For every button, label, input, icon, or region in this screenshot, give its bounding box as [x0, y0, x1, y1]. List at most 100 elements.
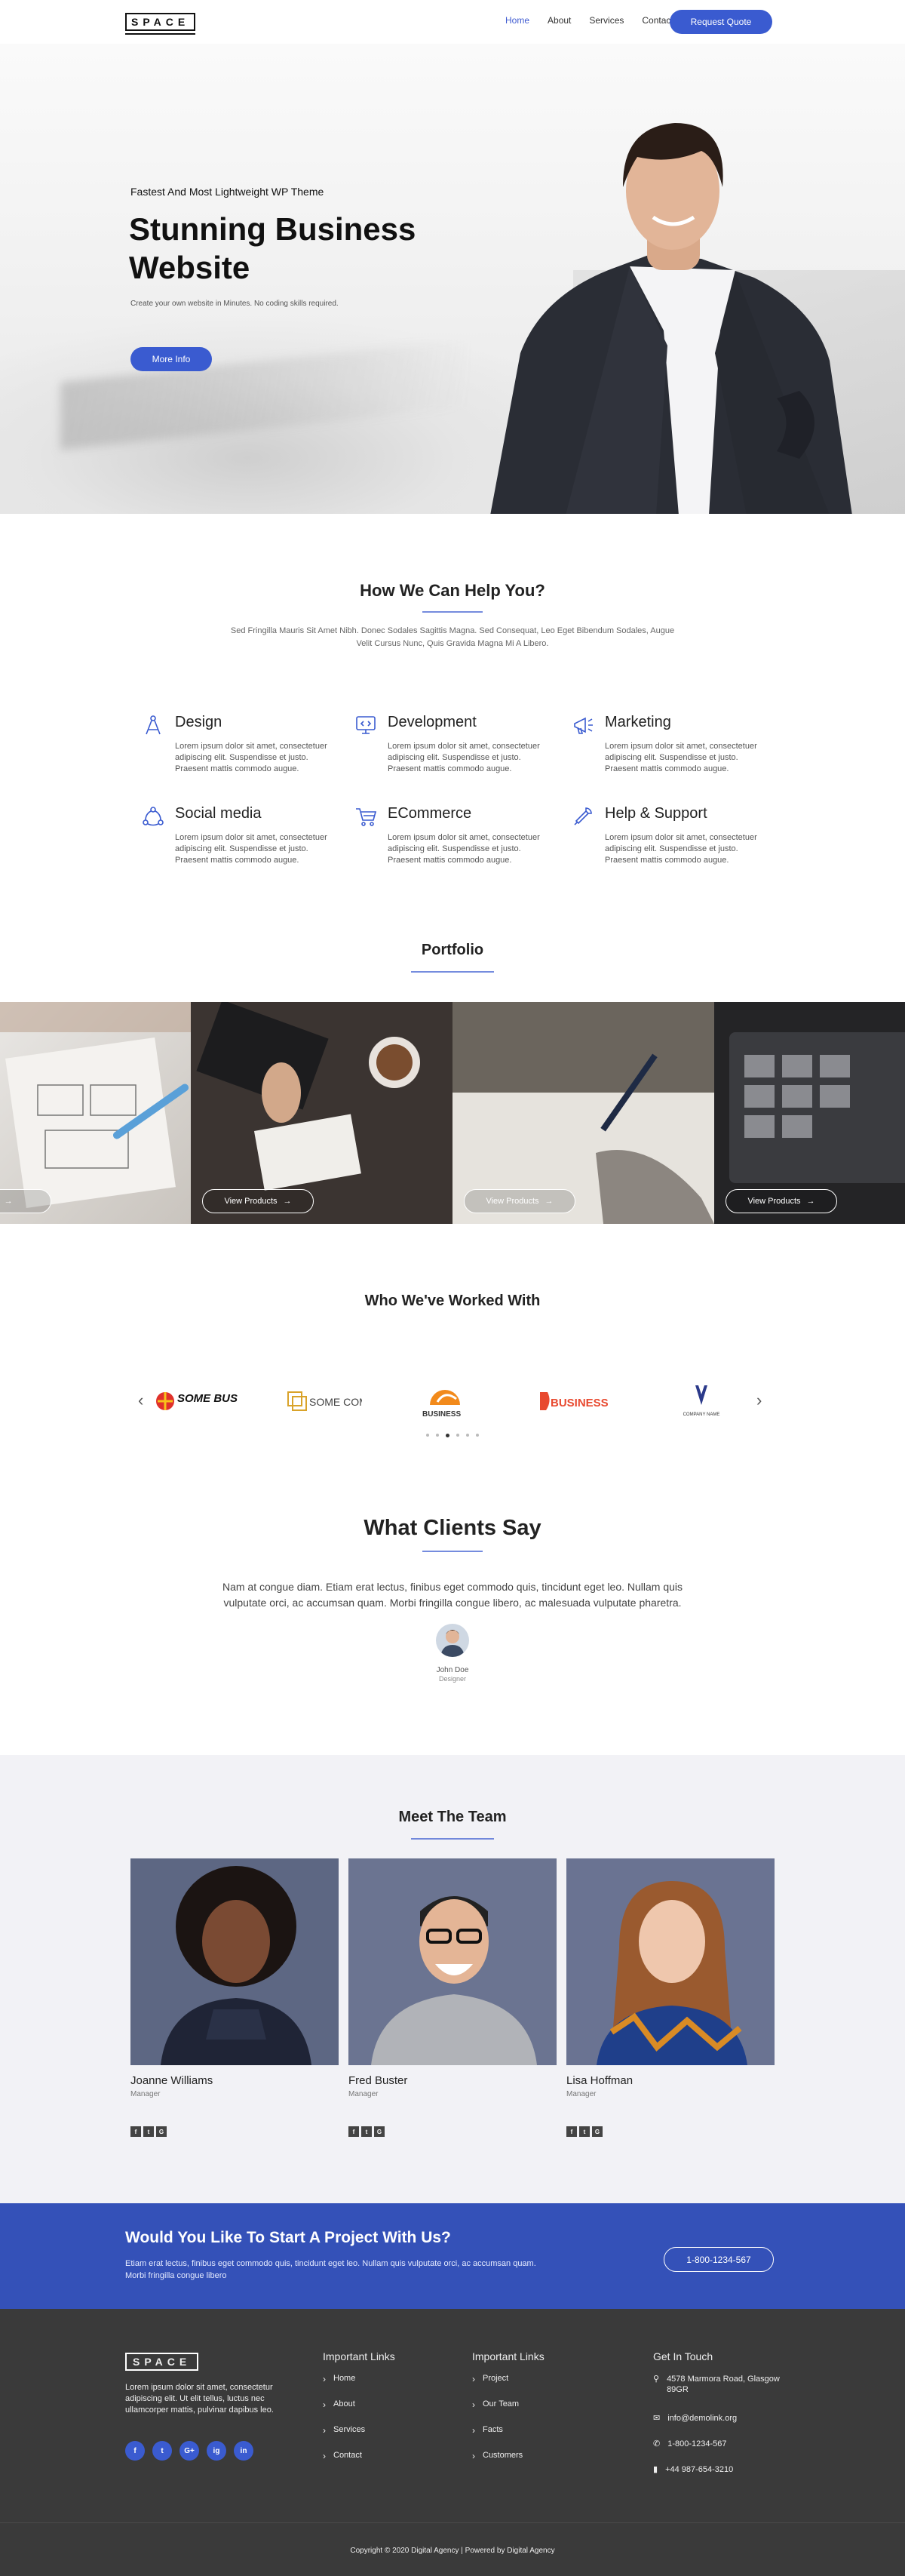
chevron-right-icon: › [323, 2399, 326, 2410]
team-member-photo [566, 1858, 775, 2065]
carousel-dot[interactable] [466, 1434, 469, 1437]
hero-title-line: Website [129, 250, 250, 285]
help-section-title: How We Can Help You? [360, 581, 545, 600]
portfolio-title: Portfolio [421, 942, 484, 958]
chevron-right-icon: › [472, 2425, 475, 2436]
footer-about: Lorem ipsum dolor sit amet, consectetur … [125, 2383, 274, 2415]
team-member-name: Fred Buster [348, 2074, 408, 2087]
chevron-right-icon: › [472, 2451, 475, 2461]
chevron-right-icon: › [472, 2374, 475, 2384]
carousel-dot[interactable] [476, 1434, 479, 1437]
footer-mobile[interactable]: ▮ +44 987-654-3210 [653, 2464, 781, 2490]
footer-link[interactable]: › About [323, 2399, 395, 2425]
carousel-dot[interactable] [456, 1434, 459, 1437]
team-member: Lisa Hoffman Manager ftG [566, 1858, 775, 2137]
service-title: Development [388, 714, 477, 730]
avatar [436, 1624, 469, 1657]
service-title: Design [175, 714, 222, 730]
footer-link[interactable]: › Contact [323, 2451, 395, 2476]
more-info-button[interactable]: More Info [130, 347, 212, 371]
footer-link[interactable]: › Customers [472, 2451, 545, 2476]
portfolio-item[interactable]: ducts→ [0, 1002, 191, 1224]
carousel-dot[interactable] [426, 1434, 429, 1437]
hero-description: Create your own website in Minutes. No c… [130, 300, 339, 308]
footer-phone[interactable]: ✆ 1-800-1234-567 [653, 2439, 781, 2464]
instagram-icon[interactable]: ig [207, 2441, 226, 2461]
service-title: ECommerce [388, 805, 472, 822]
footer-divider [0, 2522, 905, 2523]
site-logo[interactable]: SPACE [125, 13, 196, 35]
button-label: View Products [747, 1197, 801, 1206]
facebook-icon[interactable]: f [130, 2126, 141, 2137]
team-member-name: Joanne Williams [130, 2074, 213, 2087]
title-underline [411, 1838, 494, 1840]
client-logo-text: BUSINESS [551, 1397, 609, 1409]
facebook-icon[interactable]: f [125, 2441, 145, 2461]
arrow-right-icon: → [545, 1197, 554, 1206]
view-products-button[interactable]: View Products → [202, 1189, 314, 1213]
carousel-dot-active[interactable] [446, 1434, 449, 1437]
nav-about[interactable]: About [548, 15, 571, 26]
member-socials: ftG [130, 2126, 167, 2137]
twitter-icon[interactable]: t [579, 2126, 590, 2137]
cta-phone-button[interactable]: 1-800-1234-567 [664, 2247, 774, 2272]
portfolio-item[interactable]: View Products → [452, 1002, 714, 1224]
portfolio-item[interactable]: View Products → [714, 1002, 905, 1224]
team-member-name: Lisa Hoffman [566, 2074, 634, 2087]
team-member: Fred Buster Manager ftG [348, 1858, 557, 2137]
nav-contact[interactable]: Contact [642, 15, 673, 26]
hero-title-line: Stunning Business [129, 211, 416, 247]
twitter-icon[interactable]: t [152, 2441, 172, 2461]
footer-links-1: Important Links › Home › About › Services ›… [323, 2350, 395, 2476]
google-plus-icon[interactable]: G [156, 2126, 167, 2137]
footer-link[interactable]: › Our Team [472, 2399, 545, 2425]
google-plus-icon[interactable]: G+ [179, 2441, 199, 2461]
team-member-role: Manager [348, 2090, 379, 2098]
address-text: 4578 Marmora Road, Glasgow 89GR [667, 2375, 780, 2394]
service-title: Help & Support [605, 805, 707, 822]
nav-home[interactable]: Home [505, 15, 529, 26]
client-logo-image: COMPANY NAME [683, 1385, 720, 1417]
google-plus-icon[interactable]: G [374, 2126, 385, 2137]
mobile-icon: ▮ [653, 2465, 658, 2474]
team-member-photo [348, 1858, 557, 2065]
twitter-icon[interactable]: t [143, 2126, 154, 2137]
team-title: Meet The Team [398, 1809, 507, 1825]
linkedin-icon[interactable]: in [234, 2441, 253, 2461]
client-logo-image: SOME COMPANY [287, 1391, 362, 1411]
footer-link[interactable]: › Facts [472, 2425, 545, 2451]
client-photo [436, 1624, 469, 1657]
view-products-button[interactable]: View Products → [726, 1189, 837, 1213]
facebook-icon[interactable]: f [566, 2126, 577, 2137]
service-text: Lorem ipsum dolor sit amet, consectetuer… [388, 833, 540, 865]
arrow-right-icon: → [4, 1197, 13, 1206]
testimonial-quote: Nam at congue diam. Etiam erat lectus, f… [222, 1581, 683, 1609]
service-title: Marketing [605, 714, 671, 730]
site-header: SPACE Home About Services Contact Reques… [0, 0, 905, 44]
portfolio-item[interactable]: View Products → [191, 1002, 452, 1224]
nav-services[interactable]: Services [589, 15, 624, 26]
footer-email[interactable]: ✉ info@demolink.org [653, 2413, 781, 2439]
carousel-dot[interactable] [436, 1434, 439, 1437]
client-logo-text: COMPANY NAME [683, 1412, 720, 1417]
phone-text: 1-800-1234-567 [667, 2439, 727, 2448]
view-products-button[interactable]: View Products → [464, 1189, 575, 1213]
client-logo-text: SOME COMPANY [309, 1396, 362, 1408]
twitter-icon[interactable]: t [361, 2126, 372, 2137]
footer-heading: Important Links [472, 2350, 545, 2362]
footer-heading: Important Links [323, 2350, 395, 2362]
copyright: Copyright © 2020 Digital Agency | Powere… [350, 2547, 555, 2555]
footer-link-label: Our Team [483, 2399, 520, 2408]
footer-link[interactable]: › Project [472, 2374, 545, 2399]
footer-link[interactable]: › Services [323, 2425, 395, 2451]
google-plus-icon[interactable]: G [592, 2126, 603, 2137]
request-quote-button[interactable]: Request Quote [670, 10, 772, 34]
view-products-button[interactable]: ducts→ [0, 1189, 51, 1213]
client-logo-image: BUSINESS [422, 1390, 461, 1419]
member-socials: ftG [348, 2126, 385, 2137]
team-member-role: Manager [130, 2090, 161, 2098]
footer-link[interactable]: › Home [323, 2374, 395, 2399]
footer-logo[interactable]: SPACE [125, 2353, 199, 2371]
chevron-right-icon: › [323, 2374, 326, 2384]
facebook-icon[interactable]: f [348, 2126, 359, 2137]
